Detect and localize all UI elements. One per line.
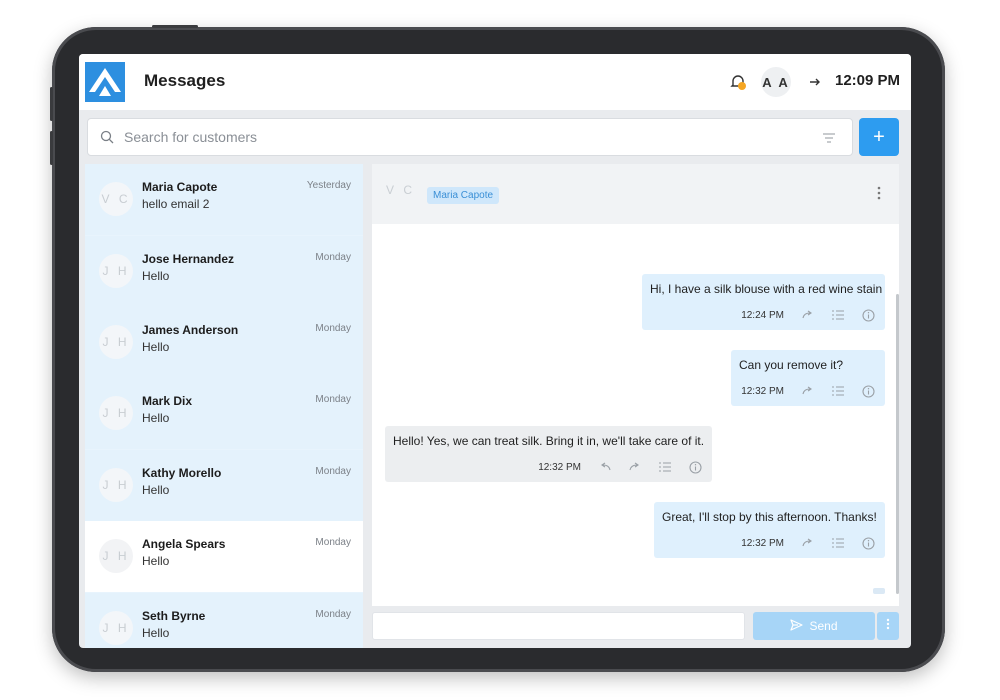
search-icon [100,130,114,144]
send-label: Send [809,619,838,633]
page-title: Messages [144,71,226,90]
send-button[interactable]: Send [753,612,875,640]
conversation-date: Monday [315,252,351,263]
message-time: 12:24 PM [741,309,784,321]
avatar: V C [99,182,133,216]
message-meta: 12:24 PM [741,308,875,322]
conversation-name: Jose Hernandez [142,252,235,266]
conversation-date: Yesterday [306,180,351,191]
message-text: Great, I'll stop by this afternoon. Than… [662,510,877,524]
tablet-side-button [50,87,53,121]
conversation-item[interactable]: J H Jose Hernandez Hello Monday [85,236,363,307]
conversation-name: James Anderson [142,323,239,337]
conversation-item[interactable]: V C Maria Capote hello email 2 Yesterday [85,164,363,235]
kebab-icon[interactable] [877,186,881,200]
send-options-button[interactable] [877,612,899,640]
customer-search-bar [87,118,853,156]
conversation-list: V C Maria Capote hello email 2 Yesterday… [85,164,363,648]
message-composer [372,612,745,640]
info-icon[interactable] [862,536,875,550]
contact-avatar: V C [386,183,416,197]
conversation-date: Monday [315,323,351,334]
conversation-item[interactable]: J H Seth Byrne Hello Monday [85,593,363,648]
user-avatar[interactable]: A A [761,67,791,97]
conversation-preview: Hello [142,483,170,497]
avatar: J H [99,611,133,645]
conversation-preview: Hello [142,626,170,640]
conversation-name: Mark Dix [142,394,193,408]
avatar: J H [99,539,133,573]
avatar: J H [99,325,133,359]
conversation-item[interactable]: J H Kathy Morello Hello Monday [85,450,363,521]
conversation-name: Seth Byrne [142,609,206,623]
avatar: J H [99,468,133,502]
arrow-right-icon[interactable] [807,74,823,90]
forward-icon[interactable] [802,386,814,396]
message-input[interactable] [373,613,744,639]
info-icon[interactable] [862,308,875,322]
conversation-date: Monday [315,394,351,405]
tablet-top-button [152,25,198,28]
conversation-preview: Hello [142,554,170,568]
filter-icon[interactable] [822,131,836,145]
message-bubble-outgoing: Can you remove it? 12:32 PM [731,350,885,406]
avatar: J H [99,396,133,430]
message-bubble-outgoing: Hi, I have a silk blouse with a red wine… [642,274,885,330]
forward-icon[interactable] [802,310,814,320]
message-text: Hello! Yes, we can treat silk. Bring it … [393,434,705,448]
top-bar: Messages A A 12:09 PM [79,54,911,110]
scroll-indicator [873,588,885,594]
search-input[interactable] [124,127,804,147]
info-icon[interactable] [689,460,702,474]
message-text: Hi, I have a silk blouse with a red wine… [650,282,883,296]
info-icon[interactable] [862,384,875,398]
conversation-date: Monday [315,537,351,548]
message-bubble-incoming: Hello! Yes, we can treat silk. Bring it … [385,426,712,482]
avatar: J H [99,254,133,288]
clock-time: 12:09 PM [835,72,901,89]
conversation-preview: hello email 2 [142,197,210,211]
message-time: 12:32 PM [741,385,784,397]
contact-tag[interactable]: Maria Capote [427,187,500,204]
message-bubble-outgoing: Great, I'll stop by this afternoon. Than… [654,502,885,558]
list-icon[interactable] [832,386,844,396]
logo-icon[interactable] [85,62,125,102]
conversation-date: Monday [315,466,351,477]
conversation-item[interactable]: J H Angela Spears Hello Monday [85,521,363,592]
conversation-date: Monday [315,609,351,620]
list-icon[interactable] [832,538,844,548]
message-meta: 12:32 PM [741,384,875,398]
message-time: 12:32 PM [538,461,581,473]
chat-scrollbar[interactable] [896,294,899,594]
conversation-name: Maria Capote [142,180,218,194]
message-time: 12:32 PM [741,537,784,549]
conversation-preview: Hello [142,340,170,354]
message-text: Can you remove it? [739,358,844,372]
kebab-icon [886,617,890,635]
bell-icon[interactable] [729,73,747,91]
chat-panel: V C Maria Capote Hi, I have a silk blous… [372,164,899,606]
app-screen: Messages A A 12:09 PM Search for custome… [79,54,911,648]
conversation-item[interactable]: J H Mark Dix Hello Monday [85,378,363,449]
forward-icon[interactable] [802,538,814,548]
forward-icon[interactable] [629,462,641,472]
list-icon[interactable] [832,310,844,320]
list-icon[interactable] [659,462,671,472]
tablet-side-button [50,131,53,165]
send-icon [790,618,804,634]
message-meta: 12:32 PM [741,536,875,550]
conversation-item[interactable]: J H James Anderson Hello Monday [85,307,363,378]
conversation-name: Kathy Morello [142,466,222,480]
message-meta: 12:32 PM [538,460,702,474]
conversation-name: Angela Spears [142,537,226,551]
reply-icon[interactable] [599,462,611,472]
chat-header: V C Maria Capote [372,164,899,224]
conversation-preview: Hello [142,411,170,425]
add-customer-button[interactable]: + [859,118,899,156]
conversation-preview: Hello [142,269,170,283]
